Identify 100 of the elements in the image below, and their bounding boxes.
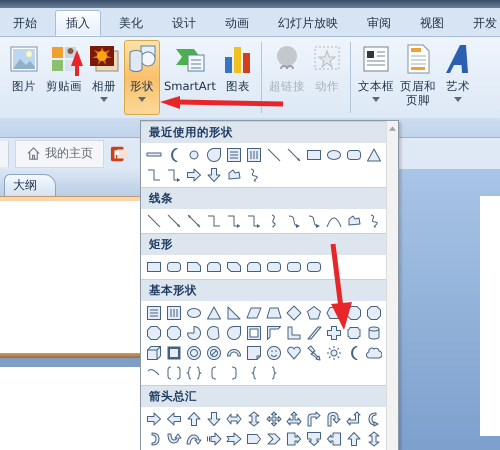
left-right-arrow-icon[interactable] <box>226 411 242 427</box>
diagonal-stripe-icon[interactable] <box>306 325 322 341</box>
ribbon-button[interactable]: 艺术 <box>440 40 476 115</box>
up-down-arrow-icon[interactable] <box>366 431 382 447</box>
scroll-bar[interactable] <box>386 121 398 450</box>
rounded-rectangle-icon[interactable] <box>306 259 322 275</box>
line-icon[interactable] <box>266 147 282 163</box>
elbow-arrow-icon[interactable] <box>166 167 182 183</box>
trapezoid-icon[interactable] <box>266 305 282 321</box>
ribbon-button[interactable]: 页眉和页脚 <box>398 40 438 115</box>
donut-icon[interactable] <box>186 345 202 361</box>
right-arrow-callout-icon[interactable] <box>286 431 302 447</box>
plus-shape-icon[interactable] <box>326 325 342 341</box>
elbow-connector-icon[interactable] <box>146 167 162 183</box>
left-arrow-icon[interactable] <box>166 411 182 427</box>
cube-icon[interactable] <box>146 345 162 361</box>
ribbon-button[interactable]: 图表 <box>220 40 256 115</box>
vertical-text-box-icon[interactable] <box>166 305 182 321</box>
triangle-icon[interactable] <box>366 147 382 163</box>
elbow-arrow-icon[interactable] <box>246 213 262 229</box>
pentagon-icon[interactable] <box>306 305 322 321</box>
left-up-arrow-icon[interactable] <box>346 411 362 427</box>
presentation-icon[interactable] <box>110 144 128 162</box>
text-box-icon[interactable] <box>226 147 242 163</box>
text-box-icon[interactable] <box>146 305 162 321</box>
double-arrow-line-icon[interactable] <box>186 213 202 229</box>
u-turn-arrow-icon[interactable] <box>326 411 342 427</box>
rectangle-icon[interactable] <box>306 147 322 163</box>
notched-right-arrow-icon[interactable] <box>226 431 242 447</box>
diamond-icon[interactable] <box>286 305 302 321</box>
document-tab[interactable]: 我的主页 <box>15 140 104 168</box>
ribbon-tab[interactable]: 审阅 <box>356 10 402 36</box>
lightning-icon[interactable] <box>306 345 322 361</box>
striped-right-arrow-icon[interactable] <box>206 431 222 447</box>
pentagon-arrow-icon[interactable] <box>246 431 262 447</box>
double-brace-icon[interactable] <box>186 365 202 381</box>
ribbon-button[interactable]: 文本框 <box>356 40 396 115</box>
down-arrow-icon[interactable] <box>206 411 222 427</box>
rounded-rectangle-icon[interactable] <box>286 259 302 275</box>
down-arrow-icon[interactable] <box>206 167 222 183</box>
rounded-rectangle-icon[interactable] <box>166 259 182 275</box>
oval-icon[interactable] <box>186 305 202 321</box>
ribbon-tab[interactable]: 动画 <box>214 10 260 36</box>
frame-icon[interactable] <box>246 325 262 341</box>
right-triangle-icon[interactable] <box>226 305 242 321</box>
octagon-icon[interactable] <box>166 325 182 341</box>
ribbon-tab[interactable]: 开始 <box>2 10 48 36</box>
left-arrow-callout-icon[interactable] <box>326 431 342 447</box>
elbow-connector-icon[interactable] <box>206 213 222 229</box>
chord-icon[interactable] <box>206 325 222 341</box>
double-bracket-icon[interactable] <box>166 365 182 381</box>
right-arrow-icon[interactable] <box>146 411 162 427</box>
ribbon-tab[interactable]: 美化 <box>108 10 154 36</box>
bent-arrow-icon[interactable] <box>306 411 322 427</box>
ribbon-button[interactable]: 相册 <box>86 40 122 115</box>
arrow-line-icon[interactable] <box>166 213 182 229</box>
sun-icon[interactable] <box>326 345 342 361</box>
smiley-icon[interactable] <box>266 345 282 361</box>
cylinder-icon[interactable] <box>366 325 382 341</box>
up-down-arrow-icon[interactable] <box>246 411 262 427</box>
rounded-rectangle-icon[interactable] <box>346 147 362 163</box>
parallelogram-icon[interactable] <box>246 305 262 321</box>
ribbon-tab[interactable]: 幻灯片放映 <box>267 10 349 36</box>
elbow-arrow-icon[interactable] <box>226 213 242 229</box>
curved-arrow-icon[interactable] <box>286 213 302 229</box>
heart-icon[interactable] <box>286 345 302 361</box>
vertical-text-box-icon[interactable] <box>246 147 262 163</box>
outline-tab[interactable]: 大纲 <box>4 174 56 196</box>
ribbon-tab[interactable]: 设计 <box>161 10 207 36</box>
oval-icon[interactable] <box>326 147 342 163</box>
folded-corner-icon[interactable] <box>246 345 262 361</box>
bevel-icon[interactable] <box>166 345 182 361</box>
no-symbol-icon[interactable] <box>206 345 222 361</box>
right-arrow-icon[interactable] <box>186 167 202 183</box>
ribbon-tab[interactable]: 插入 <box>55 10 101 36</box>
ribbon-tab[interactable]: 开发 <box>462 10 500 36</box>
rectangle-icon[interactable] <box>146 259 162 275</box>
teardrop-icon[interactable] <box>226 325 242 341</box>
half-frame-icon[interactable] <box>266 325 282 341</box>
arrow-line-icon[interactable] <box>286 147 302 163</box>
octagon-icon[interactable] <box>366 305 382 321</box>
l-shape-icon[interactable] <box>286 325 302 341</box>
ribbon-button[interactable]: 形状 <box>124 40 160 115</box>
triangle-icon[interactable] <box>206 305 222 321</box>
teardrop-icon[interactable] <box>206 147 222 163</box>
up-arrow-icon[interactable] <box>186 411 202 427</box>
line-icon[interactable] <box>146 213 162 229</box>
chevron-icon[interactable] <box>266 431 282 447</box>
ribbon-tab[interactable]: 视图 <box>409 10 455 36</box>
plaque-icon[interactable] <box>346 325 362 341</box>
quad-arrow-icon[interactable] <box>266 411 282 427</box>
octagon-icon[interactable] <box>146 325 162 341</box>
ribbon-button[interactable]: 图片 <box>6 40 42 115</box>
curved-arrow-icon[interactable] <box>306 213 322 229</box>
up-arrow-icon[interactable] <box>346 431 362 447</box>
cloud-icon[interactable] <box>366 345 382 361</box>
left-right-up-arrow-icon[interactable] <box>286 411 302 427</box>
down-arrow-callout-icon[interactable] <box>306 431 322 447</box>
pie-icon[interactable] <box>186 325 202 341</box>
rounded-rectangle-icon[interactable] <box>266 259 282 275</box>
